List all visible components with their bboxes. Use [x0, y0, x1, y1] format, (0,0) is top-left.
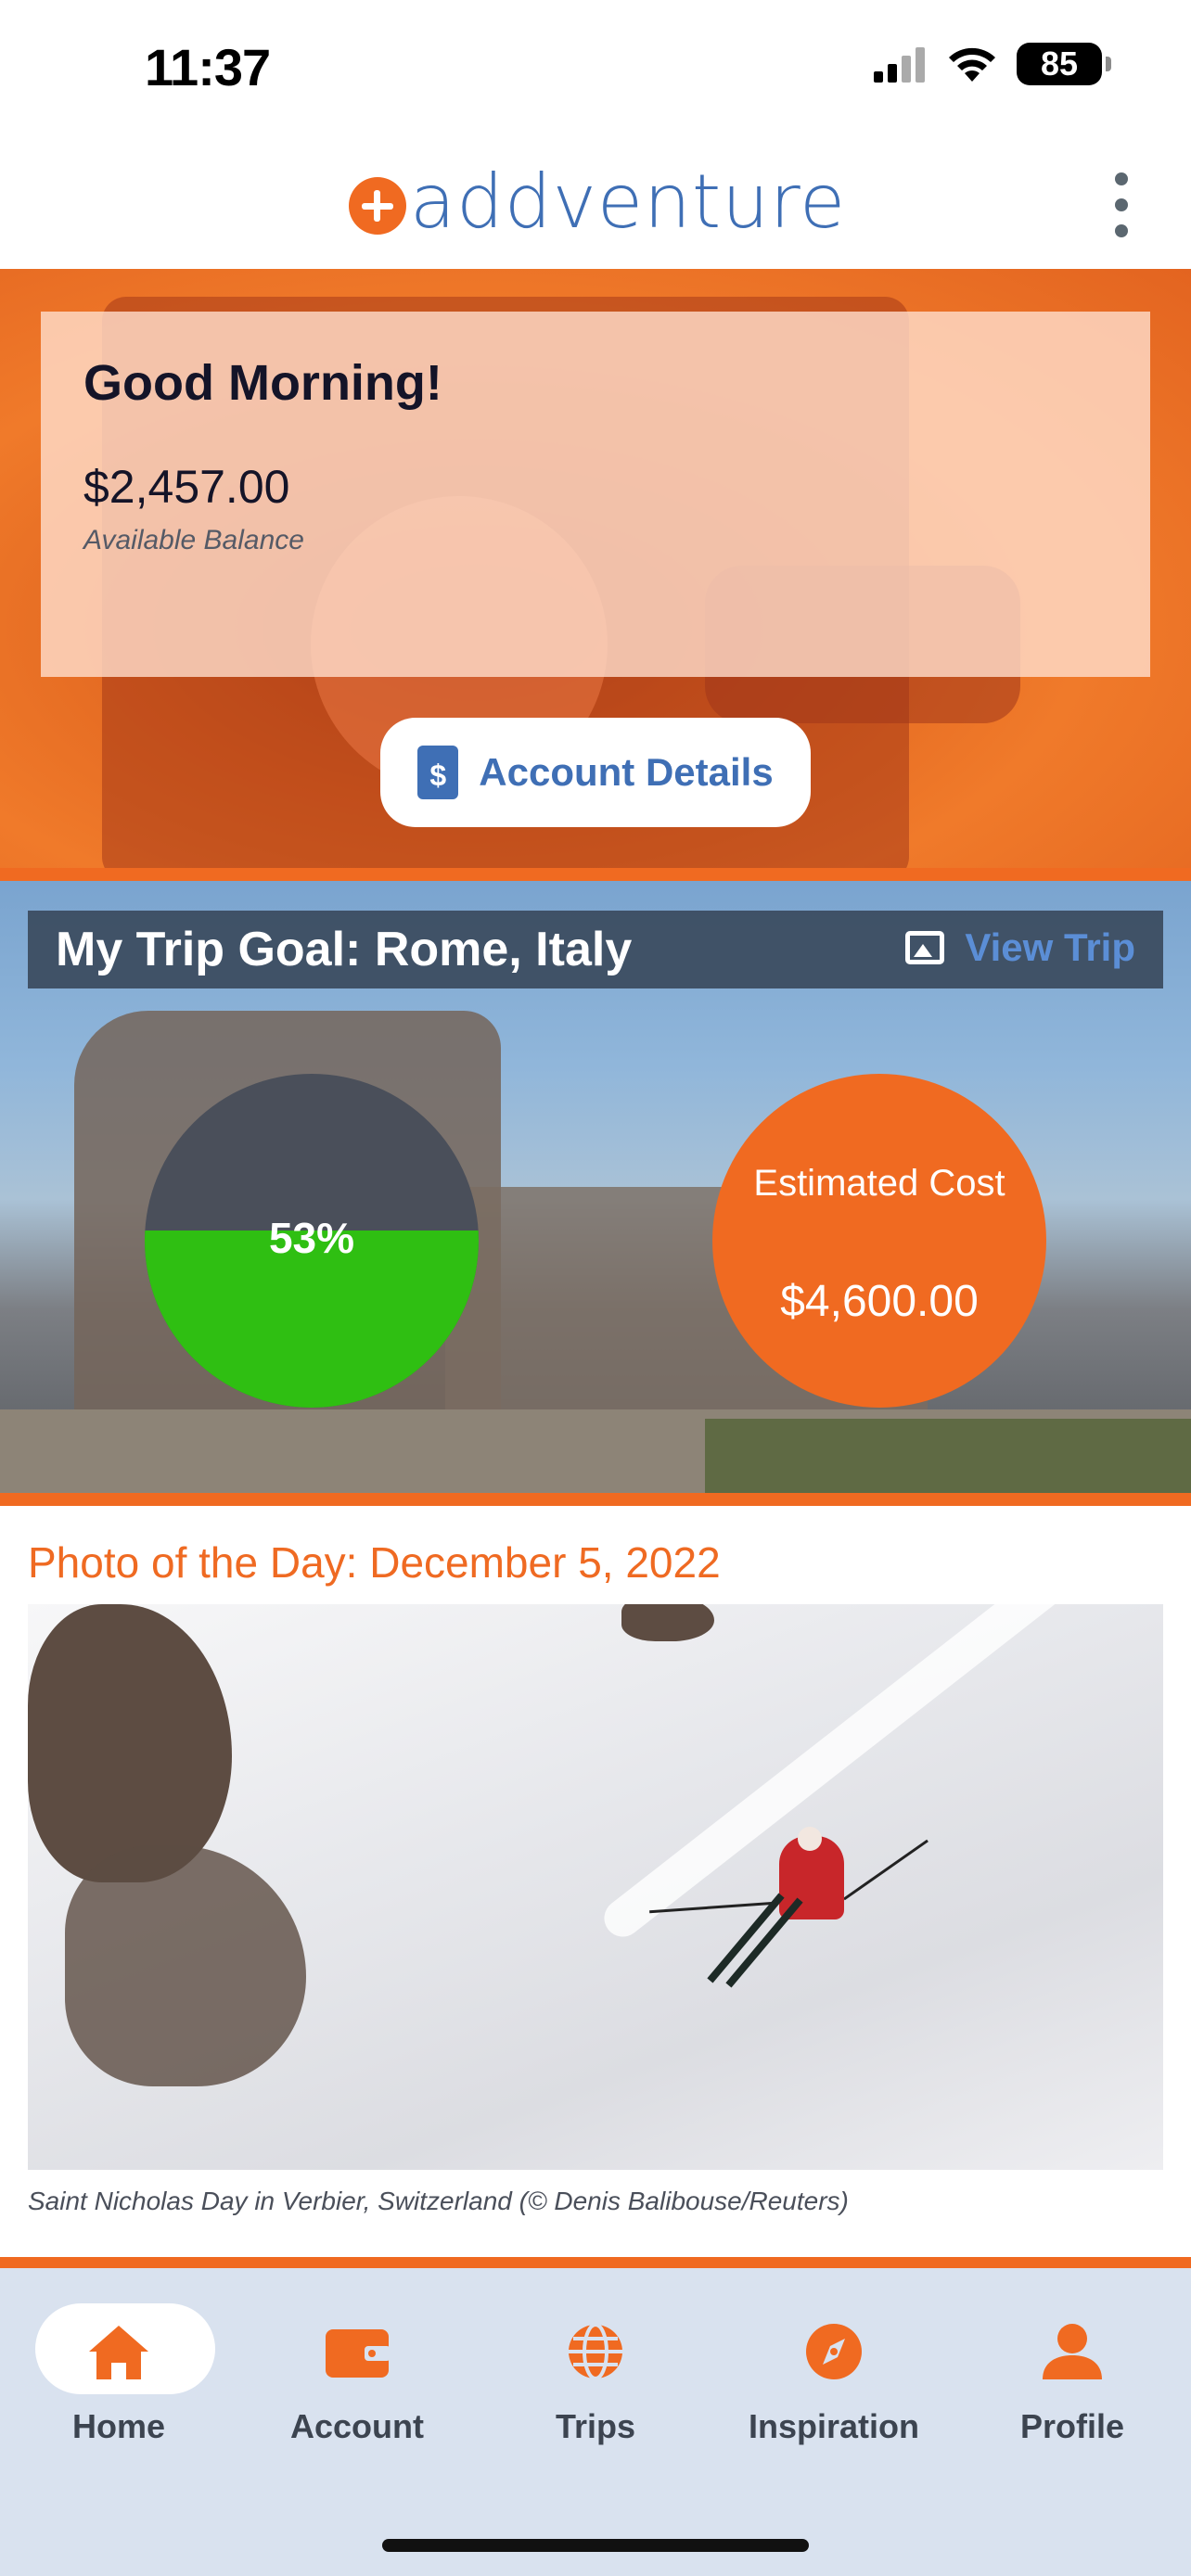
battery-icon: 85	[1017, 43, 1111, 85]
document-dollar-icon	[417, 746, 459, 799]
section-divider	[0, 868, 1191, 881]
image-icon	[905, 931, 945, 964]
photo-grass	[705, 1419, 1191, 1493]
ski-pole	[843, 1839, 928, 1901]
tab-inspiration[interactable]: Inspiration	[723, 2303, 945, 2445]
greeting-title: Good Morning!	[83, 355, 442, 411]
wallet-icon	[326, 2329, 391, 2378]
app-header: addventure	[0, 139, 1191, 269]
photo-of-day-image[interactable]	[28, 1604, 1163, 2170]
section-divider	[0, 1493, 1191, 1506]
rock	[65, 1845, 306, 2086]
bottom-tab-bar: Home Account Trips Inspiration Profile	[0, 2257, 1191, 2576]
cellular-signal-icon	[874, 47, 925, 83]
trip-goal-header: My Trip Goal: Rome, Italy View Trip	[28, 911, 1163, 988]
trip-goal-title: My Trip Goal: Rome, Italy	[56, 923, 633, 976]
balance-hero: Good Morning! $2,457.00 Available Balanc…	[0, 269, 1191, 868]
balance-amount: $2,457.00	[83, 461, 290, 513]
tab-profile[interactable]: Profile	[961, 2303, 1184, 2445]
tab-profile-label: Profile	[1019, 2407, 1125, 2445]
plus-circle-icon	[349, 177, 406, 235]
photo-caption: Saint Nicholas Day in Verbier, Switzerla…	[28, 2187, 849, 2215]
greeting-card: Good Morning! $2,457.00 Available Balanc…	[41, 312, 1150, 677]
trip-goal-section: My Trip Goal: Rome, Italy View Trip 53% …	[0, 881, 1191, 1493]
home-indicator	[382, 2539, 809, 2552]
balance-label: Available Balance	[83, 525, 304, 555]
photo-of-day-title: Photo of the Day: December 5, 2022	[28, 1538, 721, 1587]
tab-inspiration-label: Inspiration	[748, 2407, 919, 2445]
logo-text: addventure	[410, 159, 847, 245]
tab-home[interactable]: Home	[7, 2303, 230, 2445]
status-time: 11:37	[145, 38, 271, 96]
tab-account-label: Account	[290, 2407, 424, 2445]
compass-icon	[806, 2324, 862, 2379]
estimated-cost-label: Estimated Cost	[753, 1163, 1005, 1204]
account-details-button[interactable]: Account Details	[380, 718, 811, 827]
estimated-cost-value: $4,600.00	[780, 1277, 979, 1326]
tab-trips[interactable]: Trips	[484, 2303, 707, 2445]
savings-progress-label: 53%	[268, 1214, 355, 1262]
more-vertical-icon[interactable]	[1108, 172, 1135, 237]
tab-account[interactable]: Account	[246, 2303, 468, 2445]
rock	[28, 1604, 232, 1882]
home-icon	[89, 2326, 148, 2379]
view-trip-link[interactable]: View Trip	[905, 925, 1135, 970]
tab-trips-label: Trips	[555, 2407, 636, 2445]
tab-home-label: Home	[71, 2407, 166, 2445]
user-icon	[1043, 2324, 1102, 2379]
skier-head	[798, 1827, 822, 1851]
status-bar: 11:37 85	[0, 0, 1191, 139]
account-details-label: Account Details	[479, 750, 774, 794]
view-trip-label: View Trip	[965, 925, 1135, 969]
status-icons: 85	[872, 43, 1111, 85]
wifi-icon	[949, 47, 995, 82]
estimated-cost-badge: Estimated Cost $4,600.00	[712, 1074, 1046, 1408]
savings-progress-chart: 53%	[145, 1074, 479, 1408]
globe-icon	[569, 2323, 622, 2380]
logo: addventure	[349, 165, 846, 239]
rock	[621, 1604, 714, 1641]
